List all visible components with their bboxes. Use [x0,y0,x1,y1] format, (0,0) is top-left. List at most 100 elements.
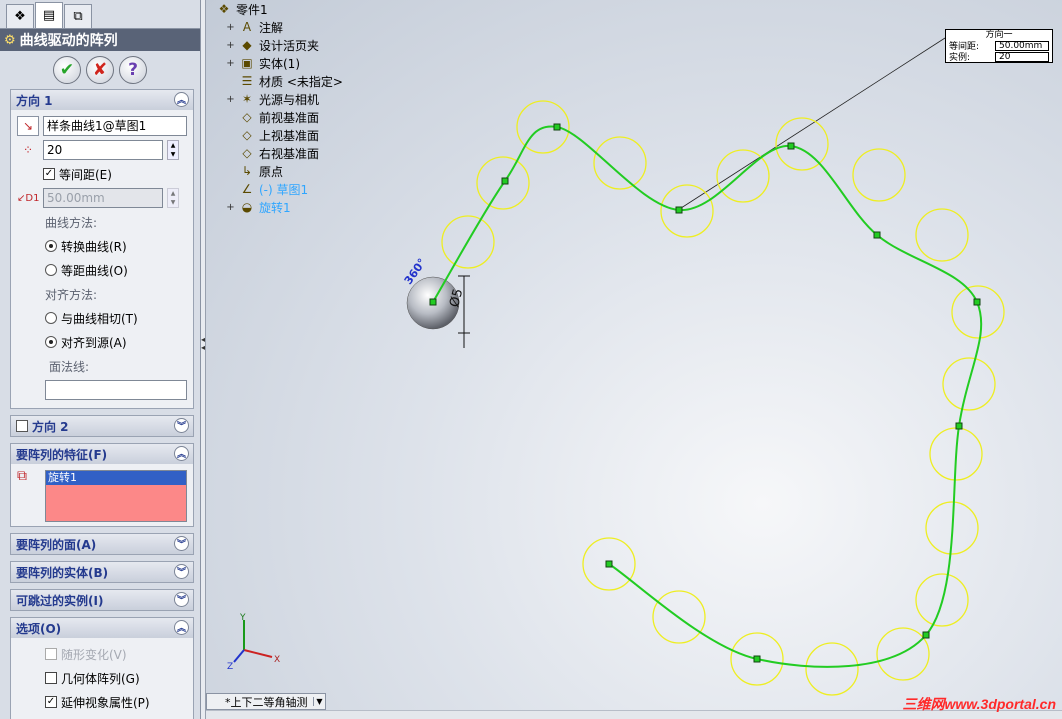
faces-title: 要阵列的面(A) [16,537,97,552]
pattern-instance-circle [852,148,906,202]
transform-curve-label: 转换曲线(R) [61,239,127,254]
vary-sketch-checkbox[interactable] [45,648,57,660]
axis-triad: Y X Z [227,613,280,672]
transform-curve-option[interactable]: 转换曲线(R) [17,234,187,258]
expand-toggle-icon[interactable]: + [226,40,235,51]
tangent-option[interactable]: 与曲线相切(T) [17,306,187,330]
offset-curve-radio[interactable] [45,264,57,276]
cancel-button[interactable]: ✘ [86,56,114,84]
expand-icon[interactable]: ︾ [174,418,189,433]
tree-item[interactable]: + ◒ 旋转1 [226,198,343,216]
expand-toggle-icon[interactable]: + [226,202,235,213]
view-tab[interactable]: *上下二等角轴测 ▼ [206,693,326,710]
driving-spline-curve [432,125,983,668]
skip-header[interactable]: 可跳过的实例(I) ︾ [11,590,193,610]
tree-item-label: 注解 [259,20,284,35]
reverse-direction-button[interactable]: ↘ [17,116,39,136]
faces-header[interactable]: 要阵列的面(A) ︾ [11,534,193,554]
face-normal-row [17,378,187,402]
face-normal-field[interactable] [45,380,187,400]
options-title: 选项(O) [16,621,62,636]
count-spinner[interactable]: ▲ ▼ [167,140,179,160]
splitter-grip-icon: ◂ ◂ [201,335,206,352]
feature-tree-flyout: ❖ 零件1 + A 注解 + ◆ 设计活页夹 + ▣ 实体(1) ☰ 材质 <未指定> + ✶ 光源与相机… [216,0,343,216]
collapse-icon[interactable]: ︽ [174,446,189,461]
faces-group: 要阵列的面(A) ︾ [10,533,194,555]
tree-root[interactable]: ❖ 零件1 [216,0,343,18]
collapse-icon[interactable]: ︽ [174,620,189,635]
tree-item[interactable]: ◇ 前视基准面 [226,108,343,126]
collapse-icon[interactable]: ︽ [174,92,189,107]
transform-curve-radio[interactable] [45,240,57,252]
callout-instances-row: 实例: 20 [949,51,1049,63]
align-source-option[interactable]: 对齐到源(A) [17,330,187,354]
x-axis-line [243,649,273,658]
feature-manager-tab[interactable]: ❖ [6,4,34,28]
curve-selection-field[interactable]: 样条曲线1@草图1 [43,116,187,136]
direction1-header[interactable]: 方向 1 ︽ [11,90,193,110]
direction2-checkbox[interactable] [16,420,28,432]
reverse-arrow-icon: ↘ [22,119,34,133]
options-header[interactable]: 选项(O) ︽ [11,618,193,638]
callout-instances-value[interactable]: 20 [995,51,1049,62]
geometry-pattern-label: 几何体阵列(G) [61,671,140,686]
part-icon: ❖ [218,2,230,16]
tree-item[interactable]: + ▣ 实体(1) [226,54,343,72]
spacing-row: ↙D1 50.00mm ▲ ▼ [17,186,187,210]
pattern-instance-circle [915,208,969,262]
tree-item[interactable]: ☰ 材质 <未指定> [226,72,343,90]
list-item[interactable]: 旋转1 [46,471,186,485]
graphics-viewport[interactable]: Ø5 360° ❖ 零件1 + A 注解 + ◆ 设计活页夹 + ▣ 实体(1) ☰ 材质 <未指定… [206,0,1062,719]
expand-icon[interactable]: ︾ [174,536,189,551]
help-button[interactable]: ? [119,56,147,84]
spline-point [873,231,881,239]
offset-curve-option[interactable]: 等距曲线(O) [17,258,187,282]
features-header[interactable]: 要阵列的特征(F) ︽ [11,444,193,464]
spacing-field[interactable]: 50.00mm [43,188,163,208]
bodies-title: 要阵列的实体(B) [16,565,109,580]
tree-item-label: 设计活页夹 [259,38,320,53]
expand-icon[interactable]: ︾ [174,592,189,607]
tree-item[interactable]: ◇ 上视基准面 [226,126,343,144]
direction2-header[interactable]: 方向 2 ︾ [11,416,193,436]
instance-count-field[interactable]: 20 [43,140,163,160]
callout-spacing-value[interactable]: 50.00mm [995,40,1049,51]
tree-item-icon: ∠ [241,182,253,196]
curve-pattern-icon: ⚙ [4,32,16,48]
tree-item[interactable]: ◇ 右视基准面 [226,144,343,162]
expand-toggle-icon[interactable]: + [226,58,235,69]
feature-select-icon: ⧉ [17,468,27,484]
count-row: ⁘ 20 ▲ ▼ [17,138,187,162]
chevron-down-icon[interactable]: ▼ [313,697,325,706]
propagate-visual-checkbox[interactable]: ✓ [45,696,57,708]
expand-toggle-icon[interactable]: + [226,94,235,105]
spline-point [501,177,509,185]
features-list[interactable]: 旋转1 [45,470,187,522]
tree-item-icon: ◇ [242,146,252,160]
equal-spacing-checkbox[interactable]: ✓ [43,168,55,180]
tree-item[interactable]: + ✶ 光源与相机 [226,90,343,108]
property-manager-panel: ❖ ▤ ⧉ ⚙ 曲线驱动的阵列 ✔ ✘ ? 方向 1 ︽ ↘ 样条曲线1@草图1… [0,0,201,719]
property-manager-tab[interactable]: ▤ [35,2,63,28]
tree-item-icon: ◇ [242,110,252,124]
geometry-pattern-checkbox[interactable] [45,672,57,684]
equal-spacing-label: 等间距(E) [59,167,112,182]
tree-item[interactable]: ∠ (-) 草图1 [226,180,343,198]
equal-spacing-row: ✓ 等间距(E) [17,162,187,186]
tree-item-label: 旋转1 [259,200,291,215]
tree-item[interactable]: ↳ 原点 [226,162,343,180]
tree-item-label: (-) 草图1 [259,182,309,197]
tree-item[interactable]: + A 注解 [226,18,343,36]
spacing-spinner[interactable]: ▲ ▼ [167,188,179,208]
configuration-manager-tab[interactable]: ⧉ [64,4,92,28]
ok-button[interactable]: ✔ [53,56,81,84]
expand-toggle-icon[interactable]: + [226,22,235,33]
spline-point [922,631,930,639]
property-sheet-icon: ▤ [42,8,56,23]
bodies-header[interactable]: 要阵列的实体(B) ︾ [11,562,193,582]
expand-icon[interactable]: ︾ [174,564,189,579]
tree-item[interactable]: + ◆ 设计活页夹 [226,36,343,54]
tangent-radio[interactable] [45,312,57,324]
align-source-radio[interactable] [45,336,57,348]
face-normal-label-row: 面法线: [17,354,187,378]
